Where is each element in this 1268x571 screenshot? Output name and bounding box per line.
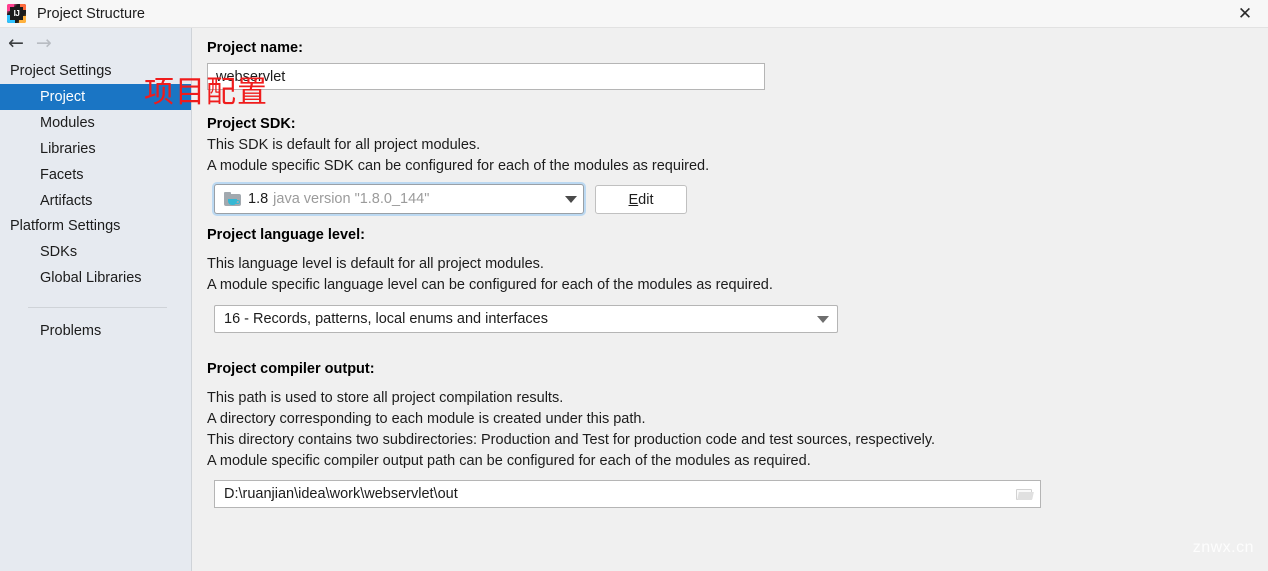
- sidebar-item-facets[interactable]: Facets: [0, 162, 191, 188]
- project-sdk-desc-line-2: A module specific SDK can be configured …: [207, 158, 710, 174]
- folder-browse-icon[interactable]: [1015, 487, 1034, 502]
- compiler-output-desc-line-1: This path is used to store all project c…: [207, 390, 564, 406]
- intellij-idea-logo-icon: IJ: [7, 4, 26, 23]
- language-level-desc-line-1: This language level is default for all p…: [207, 256, 544, 272]
- sidebar-item-sdks[interactable]: SDKs: [0, 239, 191, 265]
- chevron-down-icon: [817, 315, 829, 323]
- project-sdk-version: 1.8: [248, 191, 269, 207]
- window-title: Project Structure: [37, 5, 145, 22]
- sidebar-item-global-libraries[interactable]: Global Libraries: [0, 265, 191, 291]
- edit-button-label-rest: dit: [638, 191, 654, 208]
- project-sdk-desc-line-1: This SDK is default for all project modu…: [207, 137, 481, 153]
- java-sdk-folder-icon: [224, 191, 241, 207]
- compiler-output-path-value: D:\ruanjian\idea\work\webservlet\out: [224, 486, 458, 502]
- edit-sdk-button[interactable]: Edit: [595, 185, 687, 214]
- compiler-output-desc-line-3: This directory contains two subdirectori…: [207, 432, 936, 448]
- compiler-output-desc-line-2: A directory corresponding to each module…: [207, 411, 646, 427]
- title-bar: IJ Project Structure ✕: [0, 0, 1268, 28]
- compiler-output-label: Project compiler output:: [207, 361, 375, 377]
- navigation-bar: ← →: [0, 28, 191, 59]
- project-name-label: Project name:: [207, 40, 303, 56]
- watermark: znwx.cn: [1192, 539, 1254, 556]
- sidebar-item-problems[interactable]: Problems: [0, 318, 191, 344]
- language-level-desc-line-2: A module specific language level can be …: [207, 277, 773, 293]
- compiler-output-path-input[interactable]: D:\ruanjian\idea\work\webservlet\out: [214, 480, 1041, 508]
- compiler-output-desc-line-4: A module specific compiler output path c…: [207, 453, 811, 469]
- project-name-input[interactable]: webservlet: [207, 63, 765, 90]
- language-level-label: Project language level:: [207, 227, 365, 243]
- sidebar-item-libraries[interactable]: Libraries: [0, 136, 191, 162]
- annotation-project-configuration: 项目配置: [144, 75, 268, 110]
- sidebar-group-title-platform-settings: Platform Settings: [10, 218, 121, 234]
- language-level-combobox[interactable]: 16 - Records, patterns, local enums and …: [214, 305, 838, 333]
- edit-button-mnemonic: E: [628, 191, 639, 208]
- project-sdk-detail: java version "1.8.0_144": [273, 191, 430, 207]
- forward-arrow-icon[interactable]: →: [36, 34, 52, 53]
- project-sdk-combobox[interactable]: 1.8 java version "1.8.0_144": [214, 184, 584, 214]
- project-sdk-label: Project SDK:: [207, 116, 296, 132]
- chevron-down-icon: [565, 195, 577, 203]
- language-level-value: 16 - Records, patterns, local enums and …: [224, 311, 548, 327]
- sidebar-item-artifacts[interactable]: Artifacts: [0, 188, 191, 214]
- back-arrow-icon[interactable]: ←: [8, 34, 24, 53]
- main-content-panel: Project name: webservlet Project SDK: Th…: [193, 28, 1268, 571]
- sidebar-divider: [28, 307, 167, 308]
- close-icon[interactable]: ✕: [1222, 0, 1268, 28]
- sidebar-item-modules[interactable]: Modules: [0, 110, 191, 136]
